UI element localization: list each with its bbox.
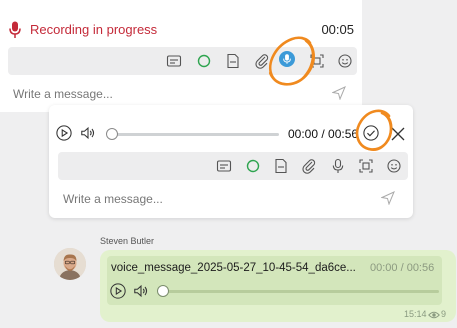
smile-icon[interactable] [386, 158, 402, 174]
gif-icon[interactable] [273, 158, 289, 174]
gif-icon[interactable] [225, 53, 241, 69]
views-count: 9 [441, 309, 447, 319]
smile-icon[interactable] [337, 53, 353, 69]
play-button[interactable] [110, 283, 127, 300]
voice-message-filename[interactable]: voice_message_2025-05-27_10-45-54_da6ce.… [111, 262, 356, 274]
seek-knob[interactable] [106, 128, 118, 140]
subtitles-icon[interactable] [216, 158, 232, 174]
attach-icon[interactable] [254, 53, 270, 69]
send-icon[interactable] [332, 86, 346, 100]
mic-icon[interactable] [330, 158, 346, 174]
attach-icon[interactable] [301, 158, 317, 174]
circle-icon[interactable] [245, 158, 261, 174]
volume-icon[interactable] [80, 125, 98, 143]
composer-toolbar [8, 47, 357, 75]
preview-composer-toolbar [58, 152, 408, 180]
preview-message-input[interactable]: Write a message... [63, 192, 163, 206]
recording-mic-icon [9, 21, 21, 39]
recording-status-label: Recording in progress [30, 22, 158, 37]
voice-preview-player: 00:00 / 00:56 [49, 120, 413, 148]
voice-message-duration: 00:00 / 00:56 [370, 262, 435, 274]
recording-status-row: Recording in progress 00:05 [0, 18, 362, 42]
voice-message-seek-knob[interactable] [157, 285, 169, 297]
subtitles-icon[interactable] [166, 53, 182, 69]
seek-track[interactable] [113, 133, 279, 136]
screen-capture-icon[interactable] [309, 53, 325, 69]
preview-time: 00:00 / 00:56 [288, 127, 359, 141]
message-input[interactable]: Write a message... [13, 87, 113, 101]
volume-icon[interactable] [133, 283, 150, 300]
voice-message-seek-track[interactable] [164, 290, 439, 293]
recording-timer: 00:05 [321, 22, 354, 37]
message-time: 15:14 [404, 309, 427, 319]
views-eye-icon [428, 310, 440, 320]
mic-active-button[interactable] [279, 51, 299, 71]
sender-name[interactable]: Steven Butler [100, 236, 154, 246]
send-icon[interactable] [381, 191, 395, 205]
close-button[interactable] [390, 126, 406, 142]
circle-icon[interactable] [196, 53, 212, 69]
play-button[interactable] [56, 125, 74, 143]
avatar[interactable] [54, 248, 86, 280]
screen-capture-icon[interactable] [358, 158, 374, 174]
confirm-check-button[interactable] [363, 125, 381, 143]
